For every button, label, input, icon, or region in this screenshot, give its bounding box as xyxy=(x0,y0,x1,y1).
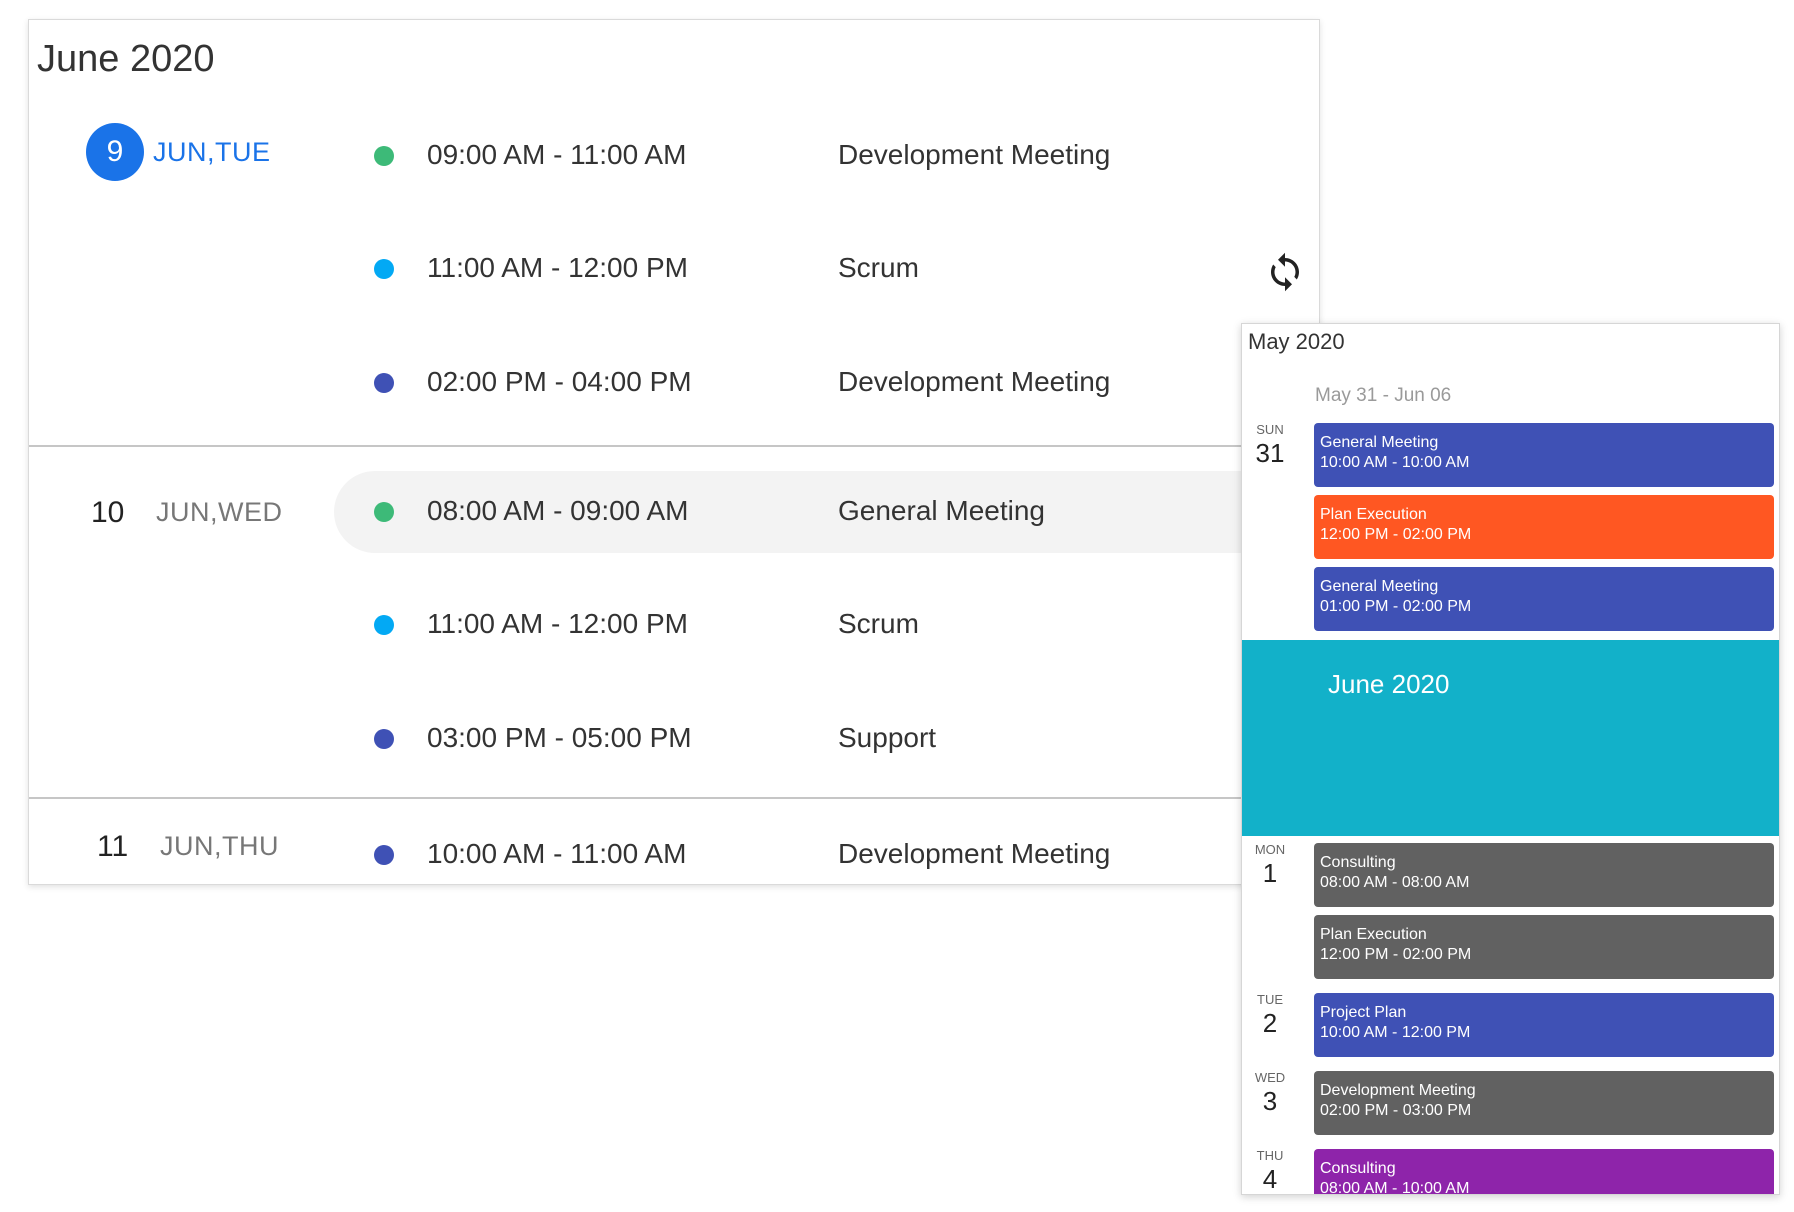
event-title: Development Meeting xyxy=(838,139,1111,170)
agenda-event[interactable]: 03:00 PM - 05:00 PM Support xyxy=(334,698,1319,780)
appointment-title: General Meeting xyxy=(1320,578,1439,595)
event-time: 03:00 PM - 05:00 PM xyxy=(427,722,692,753)
event-color-dot xyxy=(374,502,394,522)
month-banner: June 2020 xyxy=(1242,640,1779,836)
event-title: General Meeting xyxy=(838,495,1046,526)
day-number[interactable]: 31 xyxy=(1242,438,1298,469)
day-number[interactable]: 1 xyxy=(1242,858,1298,889)
week-range-label: May 31 - Jun 06 xyxy=(1315,385,1452,406)
day-group-9: 9 JUN,TUE 09:00 AM - 11:00 AM Developmen… xyxy=(29,20,1319,445)
day-of-week: MON xyxy=(1254,842,1286,857)
appointment-time: 10:00 AM - 12:00 PM xyxy=(1320,1024,1471,1041)
day-number[interactable]: 4 xyxy=(1242,1164,1298,1194)
appointment[interactable]: Development Meeting 02:00 PM - 03:00 PM xyxy=(1314,1071,1774,1135)
appointment[interactable]: Plan Execution 12:00 PM - 02:00 PM xyxy=(1314,915,1774,979)
panel-month-title: May 2020 xyxy=(1248,329,1345,354)
agenda-event[interactable]: 10:00 AM - 11:00 AM Development Meeting xyxy=(334,814,1319,884)
event-time: 11:00 AM - 12:00 PM xyxy=(427,608,688,639)
event-time: 02:00 PM - 04:00 PM xyxy=(427,366,692,397)
event-time: 09:00 AM - 11:00 AM xyxy=(427,139,687,170)
event-color-dot xyxy=(374,729,394,749)
agenda-event[interactable]: 09:00 AM - 11:00 AM Development Meeting xyxy=(334,115,1319,197)
appointment-title: Development Meeting xyxy=(1320,1082,1476,1099)
today-date-badge[interactable]: 9 xyxy=(86,123,144,181)
appointment[interactable]: Plan Execution 12:00 PM - 02:00 PM xyxy=(1314,495,1774,559)
appointment[interactable]: Project Plan 10:00 AM - 12:00 PM xyxy=(1314,993,1774,1057)
agenda-event[interactable]: 02:00 PM - 04:00 PM Development Meeting xyxy=(334,342,1319,424)
day-label: JUN,THU xyxy=(160,831,279,861)
day-of-week: WED xyxy=(1254,1070,1286,1085)
appointment-time: 02:00 PM - 03:00 PM xyxy=(1320,1102,1472,1119)
appointment[interactable]: General Meeting 01:00 PM - 02:00 PM xyxy=(1314,567,1774,631)
appointment-time: 12:00 PM - 02:00 PM xyxy=(1320,946,1472,963)
event-title: Development Meeting xyxy=(838,838,1111,869)
day-number[interactable]: 10 xyxy=(91,496,124,530)
day-label: JUN,WED xyxy=(156,497,283,527)
appointment[interactable]: Consulting 08:00 AM - 08:00 AM xyxy=(1314,843,1774,907)
event-time: 08:00 AM - 09:00 AM xyxy=(427,495,689,526)
agenda-event[interactable]: 11:00 AM - 12:00 PM Scrum xyxy=(334,228,1319,310)
appointment-title: General Meeting xyxy=(1320,434,1439,451)
event-title: Development Meeting xyxy=(838,366,1111,397)
day-number[interactable]: 3 xyxy=(1242,1086,1298,1117)
event-title: Scrum xyxy=(838,608,919,639)
event-color-dot xyxy=(374,373,394,393)
day-of-week: TUE xyxy=(1257,992,1283,1007)
event-color-dot xyxy=(374,615,394,635)
appointment-title: Consulting xyxy=(1320,1160,1396,1177)
event-time: 11:00 AM - 12:00 PM xyxy=(427,252,688,283)
appointment[interactable]: Consulting 08:00 AM - 10:00 AM xyxy=(1314,1149,1774,1195)
agenda-event[interactable]: 08:00 AM - 09:00 AM General Meeting xyxy=(334,471,1319,553)
appointment-time: 08:00 AM - 08:00 AM xyxy=(1320,874,1470,891)
event-color-dot xyxy=(374,845,394,865)
agenda-view: June 2020 9 JUN,TUE 09:00 AM - 11:00 AM … xyxy=(28,19,1320,885)
event-title: Scrum xyxy=(838,252,919,283)
schedule-panel: May 2020 May 31 - Jun 06 SUN 31 General … xyxy=(1241,323,1780,1195)
appointment-title: Plan Execution xyxy=(1320,506,1427,523)
day-group-10: 10 JUN,WED 08:00 AM - 09:00 AM General M… xyxy=(29,445,1319,799)
appointment-time: 10:00 AM - 10:00 AM xyxy=(1320,454,1470,471)
sync-icon[interactable] xyxy=(1264,251,1306,293)
event-title: Support xyxy=(838,722,937,753)
appointment-title: Project Plan xyxy=(1320,1004,1407,1021)
day-of-week: SUN xyxy=(1256,422,1284,437)
day-label: JUN,TUE xyxy=(153,137,271,167)
appointment[interactable]: General Meeting 10:00 AM - 10:00 AM xyxy=(1314,423,1774,487)
event-time: 10:00 AM - 11:00 AM xyxy=(427,838,687,869)
appointment-time: 01:00 PM - 02:00 PM xyxy=(1320,598,1472,615)
day-number[interactable]: 11 xyxy=(97,830,128,864)
event-color-dot xyxy=(374,146,394,166)
appointment-title: Consulting xyxy=(1320,854,1396,871)
appointment-title: Plan Execution xyxy=(1320,926,1427,943)
day-number[interactable]: 2 xyxy=(1242,1008,1298,1039)
month-banner-title: June 2020 xyxy=(1328,669,1450,699)
day-of-week: THU xyxy=(1256,1148,1284,1163)
appointment-time: 08:00 AM - 10:00 AM xyxy=(1320,1180,1470,1195)
agenda-event[interactable]: 11:00 AM - 12:00 PM Scrum xyxy=(334,584,1319,666)
day-group-11: 11 JUN,THU 10:00 AM - 11:00 AM Developme… xyxy=(29,797,1319,884)
event-color-dot xyxy=(374,259,394,279)
appointment-time: 12:00 PM - 02:00 PM xyxy=(1320,526,1472,543)
